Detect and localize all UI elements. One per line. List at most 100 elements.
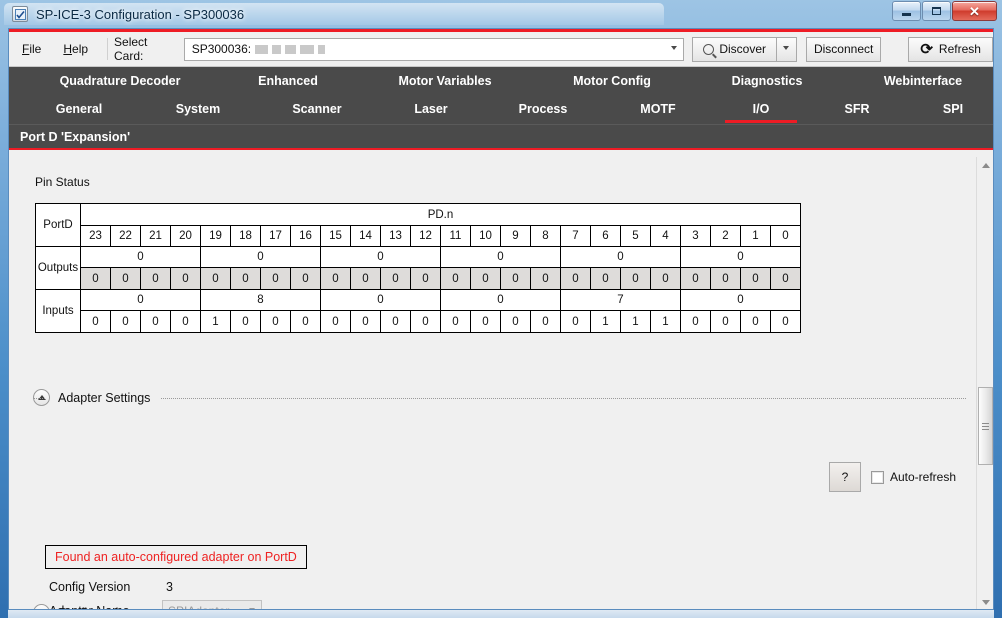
input-bit-2[interactable]: 0 — [710, 310, 741, 333]
vertical-scrollbar[interactable] — [976, 157, 993, 609]
output-bit-22[interactable]: 0 — [110, 267, 141, 290]
tab-motf[interactable]: MOTF — [613, 95, 703, 123]
output-bit-13[interactable]: 0 — [380, 267, 411, 290]
scroll-down-button[interactable] — [977, 594, 993, 609]
input-bit-21[interactable]: 0 — [140, 310, 171, 333]
tab-diagnostics[interactable]: Diagnostics — [709, 67, 825, 95]
output-bit-8[interactable]: 0 — [530, 267, 561, 290]
output-bit-18[interactable]: 0 — [230, 267, 261, 290]
input-bit-15[interactable]: 0 — [320, 310, 351, 333]
minimize-button[interactable] — [892, 1, 921, 21]
tab-webinterface[interactable]: Webinterface — [859, 67, 987, 95]
tab-system[interactable]: System — [149, 95, 247, 123]
tab-laser[interactable]: Laser — [387, 95, 475, 123]
output-bit-12[interactable]: 0 — [410, 267, 441, 290]
output-bit-0[interactable]: 0 — [770, 267, 801, 290]
input-bit-20[interactable]: 0 — [170, 310, 201, 333]
close-icon: ✕ — [969, 3, 980, 19]
output-bit-1[interactable]: 0 — [740, 267, 771, 290]
tab-scanner[interactable]: Scanner — [267, 95, 367, 123]
input-bit-14[interactable]: 0 — [350, 310, 381, 333]
accent-rule-page — [9, 148, 993, 150]
tab-motor-config[interactable]: Motor Config — [549, 67, 675, 95]
output-bit-11[interactable]: 0 — [440, 267, 471, 290]
output-bit-17[interactable]: 0 — [260, 267, 291, 290]
tab-quadrature-decoder[interactable]: Quadrature Decoder — [45, 67, 195, 95]
input-bit-11[interactable]: 0 — [440, 310, 471, 333]
input-bit-17[interactable]: 0 — [260, 310, 291, 333]
output-bit-16[interactable]: 0 — [290, 267, 321, 290]
select-card-chevron-down-icon[interactable] — [665, 39, 683, 60]
tab-process[interactable]: Process — [495, 95, 591, 123]
tab-bar: Quadrature Decoder Enhanced Motor Variable… — [9, 67, 993, 124]
input-bit-0[interactable]: 0 — [770, 310, 801, 333]
config-version-label: Config Version — [49, 580, 131, 594]
output-bit-15[interactable]: 0 — [320, 267, 351, 290]
input-nibble-row: Inputs 0 8 0 0 7 0 — [35, 289, 801, 333]
discover-dropdown-button[interactable] — [776, 36, 798, 62]
tab-sfr[interactable]: SFR — [821, 95, 893, 123]
input-bit-23[interactable]: 0 — [80, 310, 111, 333]
input-bit-7[interactable]: 0 — [560, 310, 591, 333]
output-bit-14[interactable]: 0 — [350, 267, 381, 290]
input-nibble-4: 7 — [560, 289, 681, 311]
menu-help[interactable]: Help — [54, 39, 97, 59]
adapter-settings-header[interactable]: Adapter Settings — [33, 389, 150, 406]
help-button[interactable]: ? — [829, 462, 861, 492]
tab-enhanced[interactable]: Enhanced — [229, 67, 347, 95]
output-bit-19[interactable]: 0 — [200, 267, 231, 290]
tab-i-o[interactable]: I/O — [715, 95, 807, 123]
output-bit-6[interactable]: 0 — [590, 267, 621, 290]
pin-number-16: 16 — [290, 225, 321, 247]
input-bit-10[interactable]: 0 — [470, 310, 501, 333]
maximize-button[interactable] — [922, 1, 951, 21]
output-bit-9[interactable]: 0 — [500, 267, 531, 290]
close-button[interactable]: ✕ — [952, 1, 997, 21]
auto-refresh-control[interactable]: Auto-refresh — [871, 470, 956, 484]
input-bit-3[interactable]: 0 — [680, 310, 711, 333]
discover-button[interactable]: Discover — [692, 36, 777, 62]
scroll-up-button[interactable] — [977, 157, 993, 174]
output-bit-10[interactable]: 0 — [470, 267, 501, 290]
input-bit-5[interactable]: 1 — [620, 310, 651, 333]
output-bit-20[interactable]: 0 — [170, 267, 201, 290]
pin-number-12: 12 — [410, 225, 441, 247]
select-card-combo[interactable]: SP300036: — [183, 37, 685, 61]
disconnect-button[interactable]: Disconnect — [806, 36, 882, 62]
menu-file[interactable]: File — [13, 39, 50, 59]
input-bit-1[interactable]: 0 — [740, 310, 771, 333]
input-bit-12[interactable]: 0 — [410, 310, 441, 333]
output-bit-2[interactable]: 0 — [710, 267, 741, 290]
input-bit-9[interactable]: 0 — [500, 310, 531, 333]
redacted-block — [285, 44, 297, 54]
refresh-button[interactable]: ⟳ Refresh — [908, 36, 993, 62]
page-content: Pin Status PortD PD.n 23 22 21 20 19 18 17 16 15 14… — [9, 157, 978, 609]
input-bit-13[interactable]: 0 — [380, 310, 411, 333]
pin-number-2: 2 — [710, 225, 741, 247]
input-bit-8[interactable]: 0 — [530, 310, 561, 333]
output-bit-3[interactable]: 0 — [680, 267, 711, 290]
output-bit-23[interactable]: 0 — [80, 267, 111, 290]
input-bit-6[interactable]: 1 — [590, 310, 621, 333]
input-bit-22[interactable]: 0 — [110, 310, 141, 333]
output-bit-21[interactable]: 0 — [140, 267, 171, 290]
pin-number-11: 11 — [440, 225, 471, 247]
input-bit-18[interactable]: 0 — [230, 310, 261, 333]
input-bit-16[interactable]: 0 — [290, 310, 321, 333]
tab-motor-variables[interactable]: Motor Variables — [377, 67, 513, 95]
auto-refresh-checkbox[interactable] — [871, 470, 884, 484]
discover-split-button: Discover — [692, 36, 798, 62]
output-bit-5[interactable]: 0 — [620, 267, 651, 290]
input-nibble-3: 0 — [440, 289, 561, 311]
input-nibble-2: 0 — [320, 289, 441, 311]
tab-spi[interactable]: SPI — [915, 95, 991, 123]
input-bit-4[interactable]: 1 — [650, 310, 681, 333]
tab-row-primary: Quadrature Decoder Enhanced Motor Variable… — [9, 67, 993, 95]
pin-number-15: 15 — [320, 225, 351, 247]
output-bit-7[interactable]: 0 — [560, 267, 591, 290]
tab-general[interactable]: General — [29, 95, 129, 123]
input-bit-19[interactable]: 1 — [200, 310, 231, 333]
pin-number-3: 3 — [680, 225, 711, 247]
scrollbar-thumb[interactable] — [978, 387, 993, 465]
output-bit-4[interactable]: 0 — [650, 267, 681, 290]
